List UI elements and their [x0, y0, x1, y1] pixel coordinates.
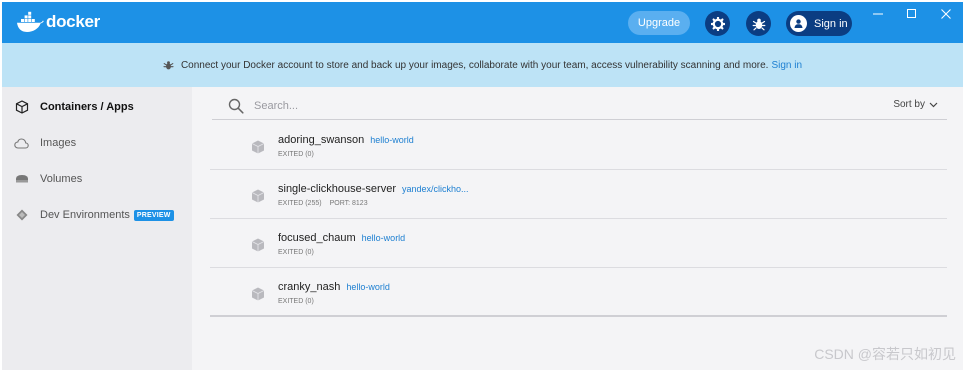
- container-icon: [14, 100, 29, 114]
- container-name-line: cranky_nash hello-world: [278, 281, 390, 293]
- sort-by-dropdown[interactable]: Sort by: [893, 99, 938, 110]
- sidebar: Containers / Apps Images Volumes Dev Env…: [2, 87, 192, 370]
- container-status-text: EXITED (0): [278, 151, 314, 158]
- container-name: adoring_swanson: [278, 134, 365, 146]
- sidebar-item-label: Containers / Apps: [40, 101, 134, 113]
- container-icon: [250, 188, 266, 209]
- maximize-icon: [907, 9, 916, 18]
- search-input[interactable]: [254, 100, 554, 112]
- csdn-watermark: CSDN @容若只如初见: [814, 346, 956, 362]
- container-image-link[interactable]: yandex/clickho...: [402, 184, 469, 194]
- container-row[interactable]: focused_chaum hello-world EXITED (0): [210, 219, 947, 268]
- sort-by-label: Sort by: [893, 99, 925, 110]
- docker-desktop-window: docker Upgrade Sign in Connect your Dock…: [2, 2, 963, 370]
- docker-whale-icon: [17, 11, 44, 32]
- logo-text: docker: [46, 12, 100, 31]
- container-image-link[interactable]: hello-world: [370, 135, 414, 145]
- container-icon: [250, 237, 266, 258]
- cloud-icon: [14, 137, 29, 149]
- container-list: adoring_swanson hello-world EXITED (0) si…: [210, 121, 947, 317]
- sidebar-item-dev-environments[interactable]: Dev Environments PREVIEW: [2, 205, 192, 225]
- container-image-link[interactable]: hello-world: [346, 282, 390, 292]
- container-status-text: EXITED (0): [278, 298, 314, 305]
- main-content: Sort by adoring_swanson hello-world EXITE…: [192, 87, 963, 370]
- minimize-button[interactable]: [868, 6, 888, 22]
- container-name-line: single-clickhouse-server yandex/clickho..…: [278, 183, 469, 195]
- container-port: PORT: 8123: [329, 200, 368, 207]
- settings-button[interactable]: [705, 11, 730, 36]
- container-status: EXITED (0): [278, 151, 314, 158]
- sign-in-label: Sign in: [814, 17, 848, 30]
- minimize-icon: [873, 13, 883, 15]
- docker-logo: docker: [16, 11, 100, 33]
- container-row[interactable]: adoring_swanson hello-world EXITED (0): [210, 121, 947, 170]
- banner-text: Connect your Docker account to store and…: [180, 59, 769, 71]
- search-bar: [212, 93, 947, 120]
- container-status: EXITED (0): [278, 249, 314, 256]
- troubleshoot-button[interactable]: [746, 11, 771, 36]
- chevron-down-icon: [929, 102, 938, 108]
- container-icon: [250, 139, 266, 160]
- container-row[interactable]: cranky_nash hello-world EXITED (0): [210, 268, 947, 317]
- sidebar-item-volumes[interactable]: Volumes: [2, 169, 192, 189]
- close-button[interactable]: [936, 6, 956, 22]
- container-name: single-clickhouse-server: [278, 183, 396, 195]
- volume-icon: [14, 174, 29, 184]
- bug-icon: [752, 18, 765, 30]
- container-status: EXITED (255) PORT: 8123: [278, 200, 368, 207]
- sign-in-banner: Connect your Docker account to store and…: [2, 43, 963, 87]
- bug-icon: [163, 60, 174, 71]
- user-icon: [790, 15, 807, 32]
- search-icon: [228, 98, 244, 114]
- container-name: cranky_nash: [278, 281, 341, 293]
- maximize-button[interactable]: [902, 6, 922, 22]
- container-status: EXITED (0): [278, 298, 314, 305]
- sidebar-item-label: Images: [40, 137, 77, 149]
- container-status-text: EXITED (255): [278, 200, 322, 207]
- container-name-line: adoring_swanson hello-world: [278, 134, 414, 146]
- sidebar-item-images[interactable]: Images: [2, 133, 192, 153]
- container-status-text: EXITED (0): [278, 249, 314, 256]
- dev-environments-icon: [14, 208, 29, 222]
- container-icon: [250, 286, 266, 307]
- sign-in-button[interactable]: Sign in: [786, 11, 852, 36]
- close-icon: [941, 9, 951, 19]
- title-bar: docker Upgrade Sign in: [2, 2, 963, 43]
- upgrade-button[interactable]: Upgrade: [628, 11, 690, 35]
- container-image-link[interactable]: hello-world: [362, 233, 406, 243]
- sidebar-item-containers-apps[interactable]: Containers / Apps: [2, 97, 192, 117]
- banner-sign-in-link[interactable]: Sign in: [771, 60, 802, 71]
- container-name-line: focused_chaum hello-world: [278, 232, 405, 244]
- preview-badge: PREVIEW: [133, 209, 174, 221]
- sidebar-item-label: Volumes: [40, 173, 83, 185]
- container-row[interactable]: single-clickhouse-server yandex/clickho..…: [210, 170, 947, 219]
- gear-icon: [710, 16, 725, 31]
- container-name: focused_chaum: [278, 232, 356, 244]
- sidebar-item-label: Dev Environments: [40, 209, 130, 221]
